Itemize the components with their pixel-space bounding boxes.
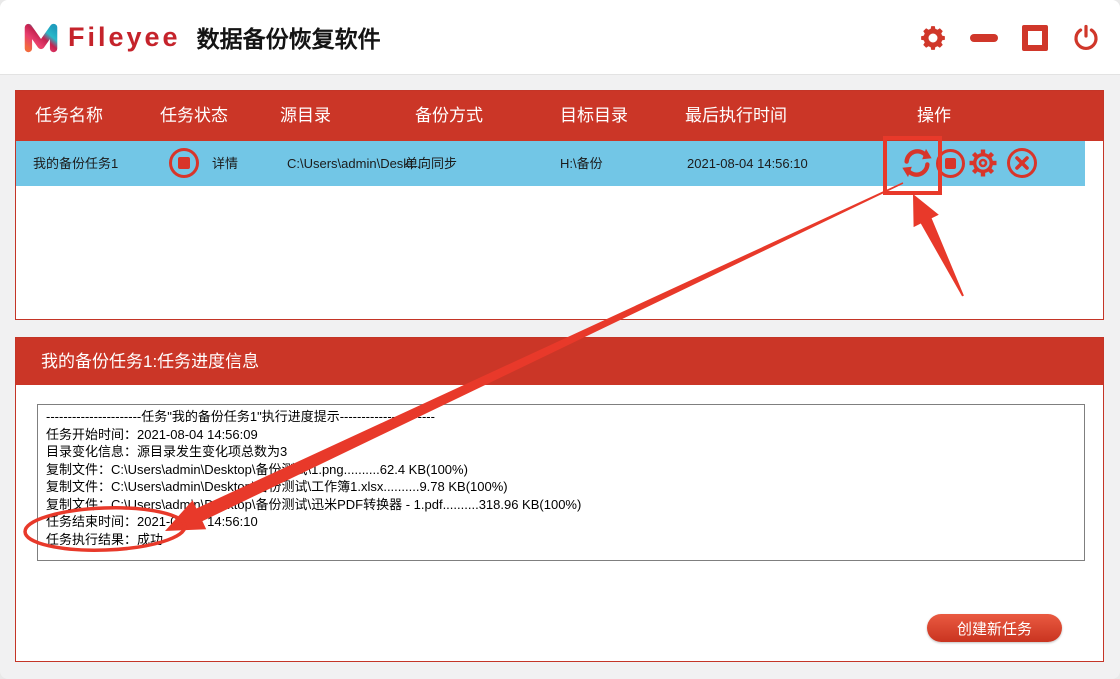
cell-source-dir: C:\Users\admin\Deskt...	[287, 156, 425, 171]
cell-backup-mode: 单向同步	[405, 156, 458, 171]
gear-icon	[969, 149, 997, 177]
progress-panel: 我的备份任务1:任务进度信息 ----------------------任务"…	[15, 337, 1104, 662]
log-line: 复制文件：C:\Users\admin\Desktop\备份测试\1.png..…	[46, 461, 468, 477]
stop-status-icon	[169, 148, 199, 178]
cell-last-run: 2021-08-04 14:56:10	[687, 156, 808, 171]
fileyee-logo-icon	[24, 23, 58, 53]
cell-target-dir: H:\备份	[560, 156, 603, 171]
detail-link[interactable]: 详情	[212, 141, 238, 186]
title-bar: Fileyee 数据备份恢复软件	[0, 0, 1120, 75]
cell-task-name: 我的备份任务1	[33, 156, 119, 171]
col-task-name: 任务名称	[35, 106, 103, 125]
close-icon	[1007, 148, 1037, 178]
create-task-button[interactable]: 创建新任务	[927, 614, 1062, 642]
delete-task-button[interactable]	[1005, 146, 1039, 180]
task-table-header: 任务名称 任务状态 源目录 备份方式 目标目录 最后执行时间 操作	[16, 91, 1103, 141]
stop-task-button[interactable]	[933, 146, 967, 180]
maximize-button[interactable]	[1019, 22, 1051, 54]
task-log-box[interactable]: ----------------------任务"我的备份任务1"执行进度提示-…	[37, 404, 1085, 561]
power-button[interactable]	[1070, 22, 1102, 54]
settings-button[interactable]	[917, 22, 949, 54]
task-settings-button[interactable]	[966, 146, 1000, 180]
col-task-status: 任务状态	[160, 106, 228, 125]
brand-name: Fileyee	[68, 21, 181, 52]
run-sync-button[interactable]	[900, 146, 934, 180]
stop-icon	[935, 148, 965, 178]
sync-icon	[902, 148, 932, 178]
col-source-dir: 源目录	[280, 106, 331, 125]
log-line: 任务结束时间：2021-08-04 14:56:10	[46, 514, 258, 529]
log-line: 复制文件：C:\Users\admin\Desktop\备份测试\迅米PDF转换…	[46, 496, 582, 512]
col-last-run: 最后执行时间	[685, 106, 787, 125]
power-icon	[1074, 24, 1098, 50]
minimize-icon	[970, 33, 998, 42]
log-line: 目录变化信息：源目录发生变化项总数为3	[46, 444, 288, 459]
log-line: 任务开始时间：2021-08-04 14:56:09	[46, 426, 258, 442]
task-table: 任务名称 任务状态 源目录 备份方式 目标目录 最后执行时间 操作 我的备份任务…	[15, 90, 1104, 320]
app-window: Fileyee 数据备份恢复软件 任务名称 任务状态 源目录 备份方式 目标目录…	[0, 0, 1120, 679]
gear-icon	[921, 25, 945, 50]
maximize-icon	[1022, 24, 1048, 51]
minimize-button[interactable]	[968, 22, 1000, 54]
col-target-dir: 目标目录	[560, 106, 628, 125]
log-line: 复制文件：C:\Users\admin\Desktop\备份测试\工作簿1.xl…	[46, 479, 508, 494]
col-backup-mode: 备份方式	[415, 106, 483, 125]
app-title: 数据备份恢复软件	[196, 26, 381, 52]
log-line: ----------------------任务"我的备份任务1"执行进度提示-…	[46, 409, 435, 424]
col-operations: 操作	[917, 106, 951, 125]
log-line-result: 任务执行结果：成功	[46, 531, 164, 547]
progress-panel-title: 我的备份任务1:任务进度信息	[16, 338, 1103, 385]
table-row[interactable]: 我的备份任务1 详情 C:\Users\admin\Deskt... 单向同步 …	[16, 141, 1085, 186]
titlebar-buttons	[917, 0, 1102, 75]
